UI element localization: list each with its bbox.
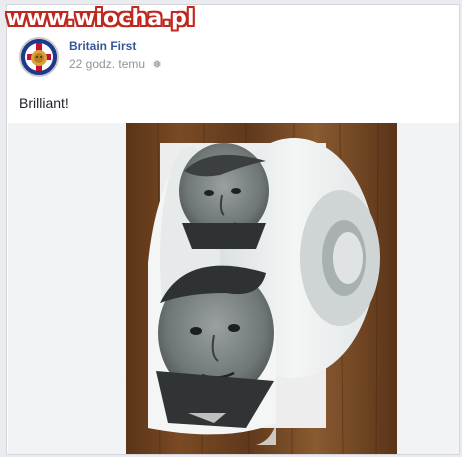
page-name-link[interactable]: Britain First (69, 39, 136, 53)
post-text: Brilliant! (19, 95, 69, 111)
toilet-paper-photo[interactable] (126, 123, 397, 454)
post-meta: 22 godz. temu ❅ (69, 57, 162, 71)
screenshot-frame: www.wiocha.pl Britain First 22 godz. tem… (0, 0, 462, 457)
post-card: Britain First 22 godz. temu ❅ Brilliant! (6, 4, 460, 455)
page-avatar[interactable] (19, 37, 59, 77)
post-timestamp[interactable]: 22 godz. temu (69, 57, 145, 71)
site-watermark: www.wiocha.pl (6, 6, 195, 31)
post-media[interactable] (8, 123, 459, 454)
privacy-gear-icon[interactable]: ❅ (152, 58, 161, 71)
lion-crest-icon (21, 39, 57, 75)
